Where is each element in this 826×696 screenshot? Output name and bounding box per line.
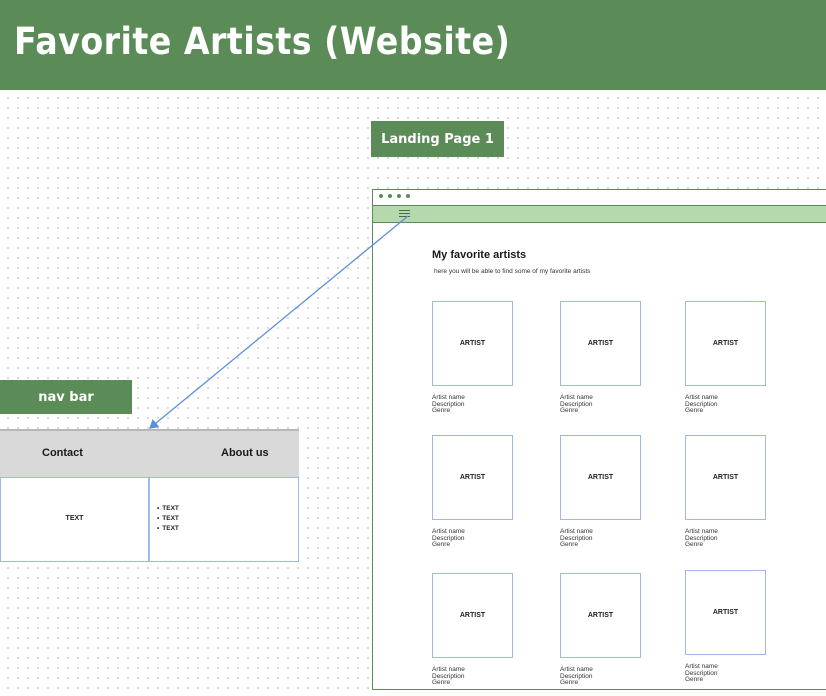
artist-card[interactable]: ARTIST Artist name Description Genre [685,435,766,549]
artist-card[interactable]: ARTIST Artist name Description Genre [685,570,766,684]
artist-meta: Artist name Description Genre [432,528,513,549]
nav-bar-wireframe: Contact About us TEXT TEXT TEXT TEXT [0,429,299,562]
browser-wireframe: My favorite artists here you will be abl… [372,189,826,690]
artist-genre: Genre [432,407,451,415]
artist-genre: Genre [560,541,579,549]
artist-meta: Artist name Description Genre [560,666,641,687]
artist-card[interactable]: ARTIST Artist name Description Genre [560,301,641,415]
artist-genre: Genre [685,676,704,684]
artist-image-placeholder[interactable]: ARTIST [685,435,766,520]
artist-image-placeholder[interactable]: ARTIST [432,301,513,386]
list-item: TEXT [157,514,179,524]
artist-genre: Genre [432,679,451,687]
contact-panel: TEXT [0,477,149,562]
nav-link-about-us[interactable]: About us [221,447,269,459]
artist-meta: Artist name Description Genre [560,528,641,549]
contact-panel-text: TEXT [65,515,84,522]
artist-meta: Artist name Description Genre [432,666,513,687]
artist-meta: Artist name Description Genre [685,663,766,684]
artist-meta: Artist name Description Genre [685,394,766,415]
nav-bar-label: nav bar [0,380,132,414]
connector-line[interactable] [148,215,409,429]
nav-bar: Contact About us [0,429,299,477]
artist-card[interactable]: ARTIST Artist name Description Genre [432,573,513,687]
header-title: Favorite Artists (Website) [14,20,511,63]
list-item: TEXT [157,504,179,514]
header-banner: Favorite Artists (Website) [0,0,826,90]
artist-meta: Artist name Description Genre [432,394,513,415]
artist-genre: Genre [685,407,704,415]
artist-card[interactable]: ARTIST Artist name Description Genre [432,301,513,415]
artist-meta: Artist name Description Genre [685,528,766,549]
artist-image-placeholder[interactable]: ARTIST [432,573,513,658]
artist-image-placeholder[interactable]: ARTIST [560,301,641,386]
artist-image-placeholder[interactable]: ARTIST [685,570,766,655]
artist-meta: Artist name Description Genre [560,394,641,415]
about-us-panel: TEXT TEXT TEXT [149,477,299,562]
artist-card-grid: ARTIST Artist name Description Genre ART… [373,190,826,689]
artist-image-placeholder[interactable]: ARTIST [685,301,766,386]
nav-link-contact[interactable]: Contact [42,447,83,459]
artist-genre: Genre [560,679,579,687]
artist-card[interactable]: ARTIST Artist name Description Genre [685,301,766,415]
artist-image-placeholder[interactable]: ARTIST [560,435,641,520]
artist-card[interactable]: ARTIST Artist name Description Genre [560,435,641,549]
artist-genre: Genre [685,541,704,549]
list-item: TEXT [157,524,179,534]
landing-page-label: Landing Page 1 [371,121,504,157]
artist-card[interactable]: ARTIST Artist name Description Genre [560,573,641,687]
stray-caret-mark: ˇ [197,325,200,332]
artist-genre: Genre [560,407,579,415]
about-us-list: TEXT TEXT TEXT [157,504,179,534]
artist-genre: Genre [432,541,451,549]
artist-card[interactable]: ARTIST Artist name Description Genre [432,435,513,549]
artist-image-placeholder[interactable]: ARTIST [432,435,513,520]
artist-image-placeholder[interactable]: ARTIST [560,573,641,658]
